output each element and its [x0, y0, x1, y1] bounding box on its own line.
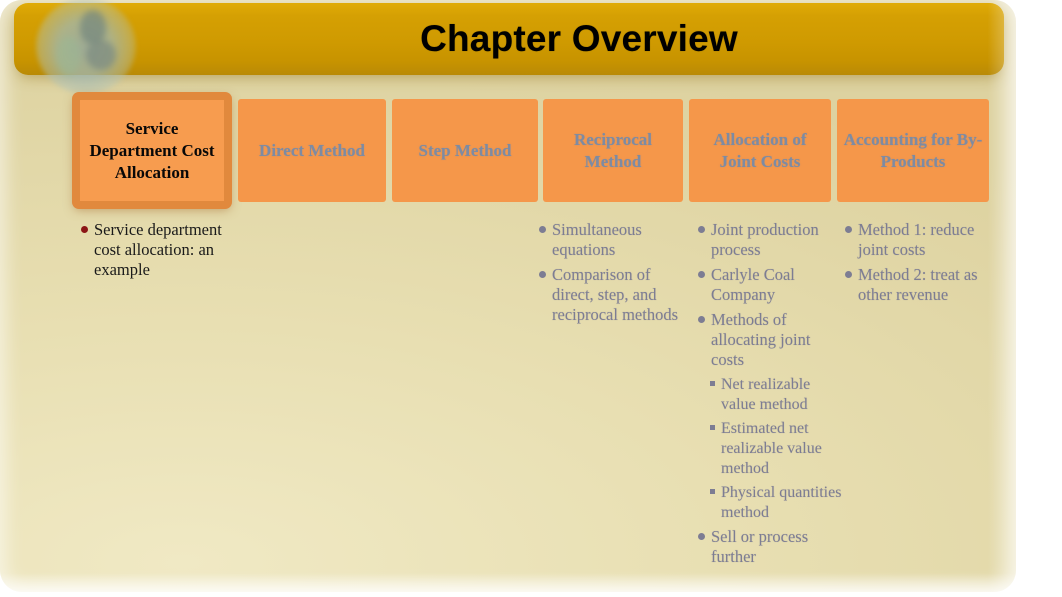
seal-detail-upper	[80, 9, 106, 44]
bullet-text: Sell or process further	[711, 527, 809, 566]
bullet-text: Carlyle Coal Company	[711, 265, 795, 304]
bullet-item: Methods of allocating joint costs	[697, 310, 847, 370]
bullet-item: Method 1: reduce joint costs	[844, 220, 1004, 260]
round-bullet-icon	[539, 226, 546, 233]
tab-allocation-of-joint-costs[interactable]: Allocation of Joint Costs	[689, 99, 831, 202]
bullet-list: Service department cost allocation: an e…	[80, 220, 240, 280]
tab-reciprocal-method[interactable]: Reciprocal Method	[543, 99, 683, 202]
sub-bullet-item: Net realizable value method	[708, 375, 847, 415]
bullet-list: Joint production process Carlyle Coal Com…	[697, 220, 847, 567]
column-reciprocal-method: Simultaneous equations Comparison of dire…	[538, 220, 688, 330]
tab-label: Direct Method	[259, 140, 365, 160]
bullet-item: Carlyle Coal Company	[697, 265, 847, 305]
round-bullet-icon	[845, 226, 852, 233]
square-bullet-icon	[710, 489, 715, 494]
bullet-text: Method 1: reduce joint costs	[858, 220, 975, 259]
bullet-list: Method 1: reduce joint costs Method 2: tr…	[844, 220, 1004, 305]
bullet-text: Joint production process	[711, 220, 819, 259]
bullet-text: Comparison of direct, step, and reciproc…	[552, 265, 678, 324]
tab-step-method[interactable]: Step Method	[392, 99, 538, 202]
column-service-department-cost-allocation: Service department cost allocation: an e…	[80, 220, 240, 285]
bullet-text: Physical quantities method	[721, 484, 842, 521]
column-allocation-of-joint-costs: Joint production process Carlyle Coal Com…	[697, 220, 847, 572]
title-bar: Chapter Overview	[14, 3, 1004, 75]
bullet-text: Methods of allocating joint costs	[711, 310, 811, 369]
round-bullet-icon	[81, 226, 88, 233]
square-bullet-icon	[710, 425, 715, 430]
tab-label: Service Department Cost Allocation	[89, 118, 215, 182]
bullet-text: Net realizable value method	[721, 376, 811, 413]
bullet-list: Simultaneous equations Comparison of dire…	[538, 220, 688, 325]
bullet-text: Method 2: treat as other revenue	[858, 265, 978, 304]
round-bullet-icon	[845, 271, 852, 278]
tab-label: Step Method	[418, 140, 512, 160]
bullet-item: Simultaneous equations	[538, 220, 688, 260]
chapter-tab-strip: Service Department Cost Allocation Direc…	[72, 92, 997, 209]
seal-detail-lower	[86, 40, 116, 71]
seal-detail-left	[56, 36, 80, 77]
bullet-text: Estimated net realizable value method	[721, 420, 822, 477]
bullet-text: Service department cost allocation: an e…	[94, 220, 222, 279]
round-bullet-icon	[698, 226, 705, 233]
tab-direct-method[interactable]: Direct Method	[238, 99, 386, 202]
page-title: Chapter Overview	[420, 18, 738, 59]
content-columns: Service department cost allocation: an e…	[72, 220, 1012, 580]
square-bullet-icon	[710, 381, 715, 386]
bullet-item: Joint production process	[697, 220, 847, 260]
round-bullet-icon	[698, 271, 705, 278]
bullet-item: Sell or process further	[697, 527, 847, 567]
tab-label: Accounting for By-Products	[843, 129, 983, 171]
slide-canvas: Chapter Overview Service Department Cost…	[0, 0, 1062, 597]
tab-service-department-cost-allocation[interactable]: Service Department Cost Allocation	[72, 92, 232, 209]
tab-accounting-for-by-products[interactable]: Accounting for By-Products	[837, 99, 989, 202]
round-bullet-icon	[698, 316, 705, 323]
tab-label: Allocation of Joint Costs	[713, 129, 807, 171]
round-bullet-icon	[698, 533, 705, 540]
university-seal-icon	[36, 0, 136, 94]
sub-bullet-item: Estimated net realizable value method	[708, 419, 847, 479]
bullet-item: Service department cost allocation: an e…	[80, 220, 240, 280]
round-bullet-icon	[539, 271, 546, 278]
sub-bullet-item: Physical quantities method	[708, 483, 847, 523]
bullet-item: Method 2: treat as other revenue	[844, 265, 1004, 305]
tab-label: Reciprocal Method	[573, 129, 653, 171]
column-accounting-for-by-products: Method 1: reduce joint costs Method 2: tr…	[844, 220, 1004, 310]
bullet-text: Simultaneous equations	[552, 220, 642, 259]
bullet-item: Comparison of direct, step, and reciproc…	[538, 265, 688, 325]
